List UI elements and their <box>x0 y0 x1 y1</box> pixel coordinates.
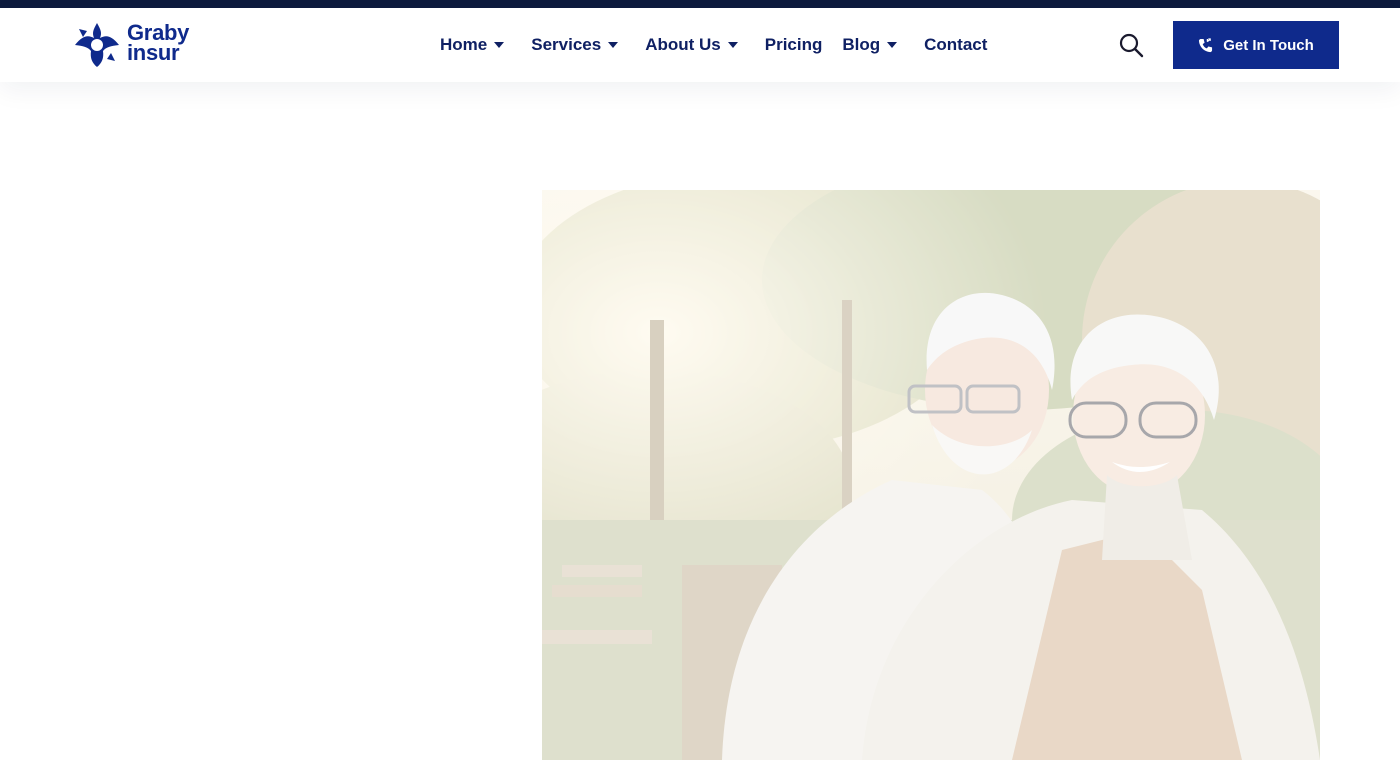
chevron-down-icon <box>727 42 738 48</box>
nav-item-about-us[interactable]: About Us <box>645 34 738 56</box>
nav-item-label: About Us <box>645 35 721 54</box>
nav-item-label: Home <box>440 35 488 54</box>
photo-light-overlay <box>542 190 1320 760</box>
search-button[interactable] <box>1118 32 1144 58</box>
hero-photo-elderly-couple <box>542 190 1320 760</box>
nav-item-home[interactable]: Home <box>440 34 505 56</box>
brand-name-line2: insur <box>127 40 180 65</box>
nav-item-label: Contact <box>924 35 988 54</box>
get-in-touch-label: Get In Touch <box>1223 36 1314 54</box>
chevron-down-icon <box>887 42 898 48</box>
nav-item-pricing[interactable]: Pricing <box>765 34 823 56</box>
nav-item-label: Services <box>531 35 602 54</box>
main-nav: Home Services About Us Pricing Blog Cont… <box>440 34 987 56</box>
nav-item-contact[interactable]: Contact <box>924 34 987 56</box>
chevron-down-icon <box>608 42 619 48</box>
brand-wordmark: Graby insur <box>127 22 189 65</box>
nav-item-label: Blog <box>842 35 881 54</box>
nav-item-services[interactable]: Services <box>531 34 619 56</box>
phone-icon <box>1199 37 1213 52</box>
top-accent-bar <box>0 0 1400 8</box>
search-icon <box>1119 33 1144 58</box>
brand-cross-icon <box>75 23 119 67</box>
nav-item-blog[interactable]: Blog <box>842 34 898 56</box>
nav-item-label: Pricing <box>764 35 823 54</box>
chevron-down-icon <box>494 42 505 48</box>
get-in-touch-button[interactable]: Get In Touch <box>1173 21 1339 69</box>
brand-logo[interactable]: Graby insur <box>73 21 213 71</box>
site-header: Graby insur Home Services About Us Prici… <box>0 8 1400 82</box>
